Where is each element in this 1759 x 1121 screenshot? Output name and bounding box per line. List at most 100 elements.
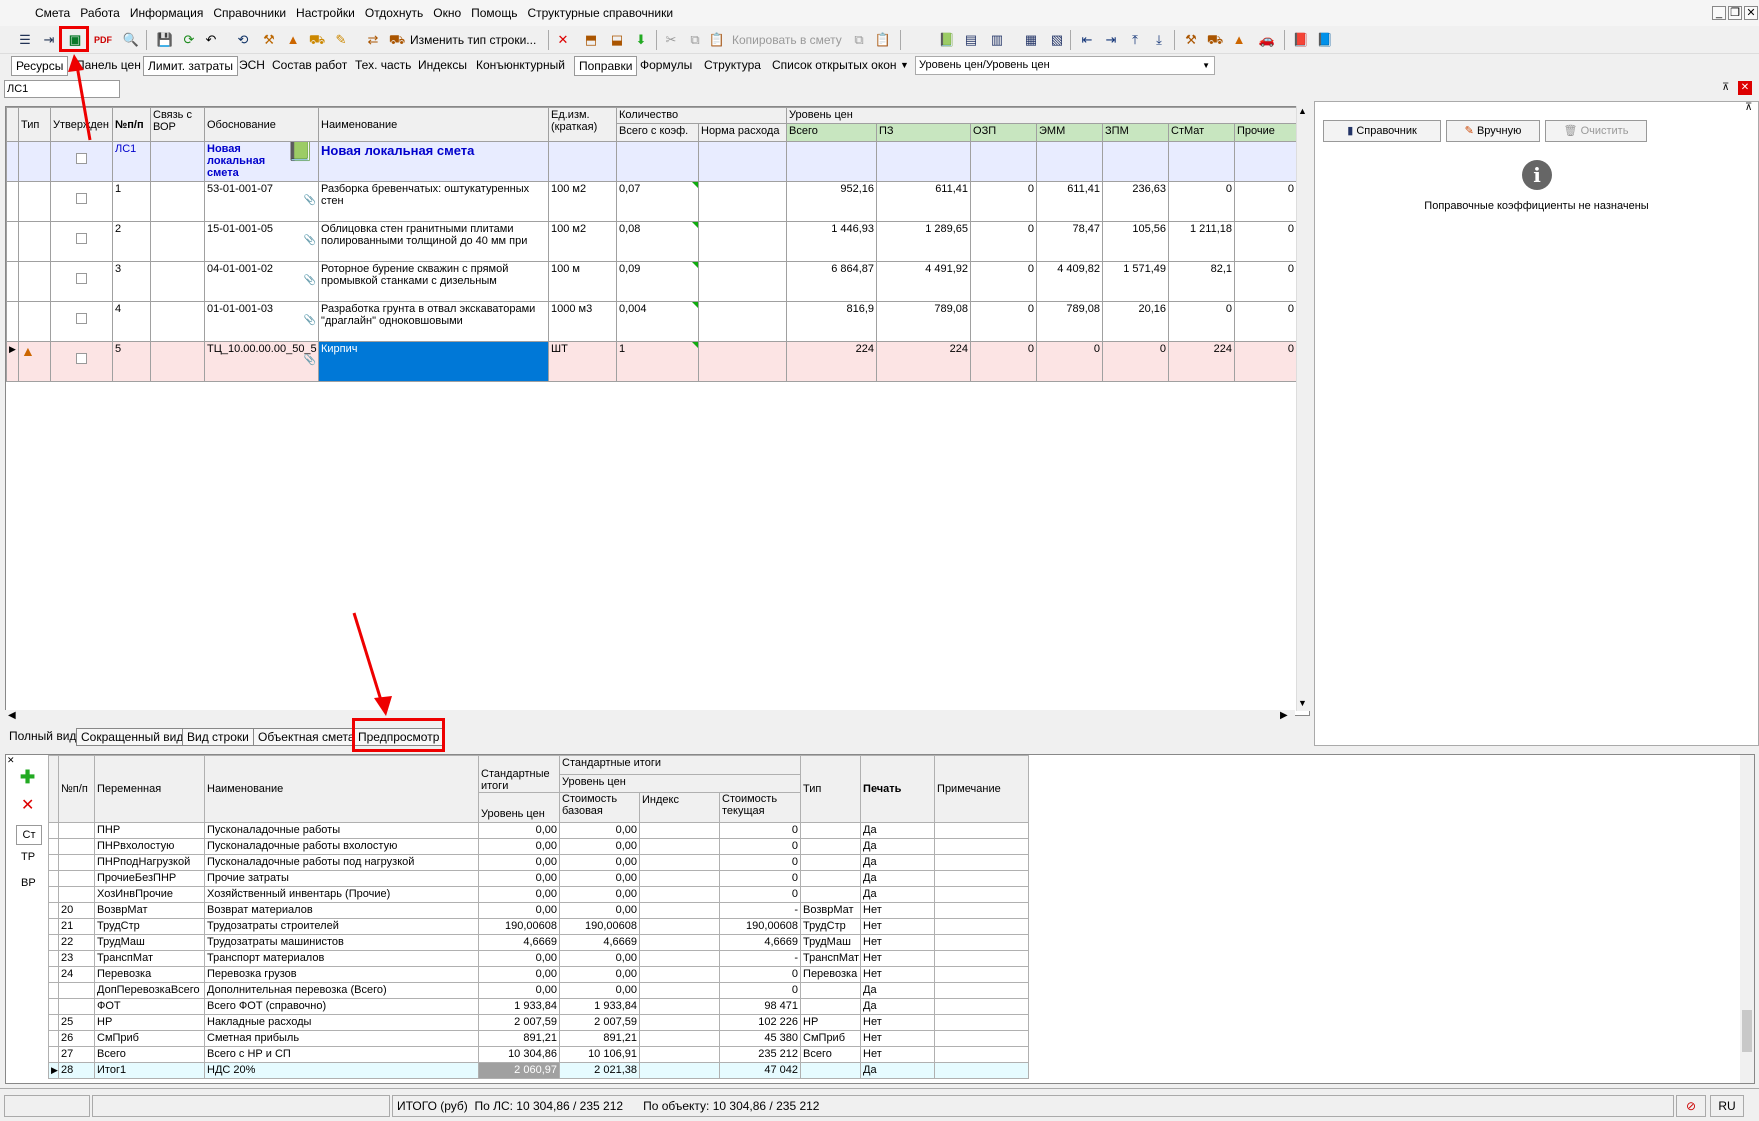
add-icon[interactable]: ✚ [20, 767, 35, 788]
side-tab-st[interactable]: Ст [16, 825, 42, 845]
row-print[interactable]: Да [860, 838, 936, 855]
col-note[interactable]: Примечание [934, 755, 1030, 823]
row-note[interactable] [934, 934, 1030, 951]
pin-icon[interactable]: ⊼ [1745, 102, 1752, 113]
col-index[interactable]: Индекс [639, 792, 720, 823]
col-std-level[interactable]: Уровень цен [478, 792, 560, 823]
table-row[interactable]: ПНР Пусконаладочные работы 0,00 0,00 0 Да [48, 822, 1030, 839]
col-std[interactable]: Стандартные итоги [478, 755, 560, 793]
row-note[interactable] [934, 822, 1030, 839]
row-print[interactable]: Нет [860, 918, 936, 935]
row-print[interactable]: Нет [860, 934, 936, 951]
col-base[interactable]: Стоимость базовая [559, 792, 640, 823]
table-row[interactable]: 20 ВозврМат Возврат материалов 0,00 0,00- Воз… [48, 902, 1030, 919]
row-note[interactable] [934, 918, 1030, 935]
row-name: Дополнительная перевозка (Всего) [204, 982, 479, 999]
row-type [800, 838, 862, 855]
row-print[interactable]: Нет [860, 950, 936, 967]
row-indicator [48, 934, 59, 951]
row-note[interactable] [934, 1030, 1030, 1047]
row-print[interactable]: Да [860, 886, 936, 903]
row-note[interactable] [934, 854, 1030, 871]
row-name: Всего ФОТ (справочно) [204, 998, 479, 1015]
by-object: По объекту: 10 304,86 / 235 212 [643, 1099, 820, 1113]
col-type[interactable]: Тип [800, 755, 862, 823]
row-note[interactable] [934, 838, 1030, 855]
row-var: ПНРподНагрузкой [94, 854, 205, 871]
row-name: Пусконаладочные работы [204, 822, 479, 839]
row-index [639, 1030, 720, 1047]
table-row[interactable]: 22 ТрудМаш Трудозатраты машинистов 4,6669 4,… [48, 934, 1030, 951]
table-row[interactable]: 25 НР Накладные расходы 2 007,59 2 007,59 102… [48, 1014, 1030, 1031]
row-current: 0 [718, 966, 802, 983]
row-note[interactable] [934, 982, 1030, 999]
scroll-thumb[interactable] [1742, 1010, 1752, 1052]
row-num [58, 838, 95, 855]
row-print[interactable]: Да [860, 982, 936, 999]
row-current: 0 [718, 886, 802, 903]
table-row[interactable]: ДопПеревозкаВсего Дополнительная перевозк… [48, 982, 1030, 999]
row-print[interactable]: Нет [860, 966, 936, 983]
trash-icon: 🗑 [1563, 125, 1578, 137]
row-note[interactable] [934, 998, 1030, 1015]
table-row[interactable]: 21 ТрудСтр Трудозатраты строителей 190,0060… [48, 918, 1030, 935]
row-print[interactable]: Да [860, 870, 936, 887]
close-icon[interactable]: ✕ [7, 755, 15, 766]
current-row-icon: ▶ [51, 1065, 58, 1075]
manual-label: Вручную [1476, 125, 1522, 137]
no-connection-icon[interactable]: ⊘ [1676, 1095, 1706, 1117]
side-tab-vr[interactable]: ВР [21, 877, 36, 889]
clear-button[interactable]: 🗑 Очистить [1545, 120, 1647, 142]
row-name: Пусконаладочные работы под нагрузкой [204, 854, 479, 871]
row-num: 28 [58, 1062, 95, 1079]
col-num[interactable]: №п/п [58, 755, 95, 823]
table-row[interactable]: 27 Всего Всего с НР и СП 10 304,86 10 106,91… [48, 1046, 1030, 1063]
table-row[interactable]: ХозИнвПрочие Хозяйственный инвентарь (Про… [48, 886, 1030, 903]
reference-button[interactable]: ▮ Справочник [1323, 120, 1441, 142]
table-row[interactable]: ФОТ Всего ФОТ (справочно) 1 933,84 1 933,84… [48, 998, 1030, 1015]
row-name: Возврат материалов [204, 902, 479, 919]
table-row[interactable]: ПНРвхолостую Пусконаладочные работы вхоло… [48, 838, 1030, 855]
row-print[interactable]: Нет [860, 1030, 936, 1047]
side-tab-tr[interactable]: ТР [21, 851, 35, 863]
table-row[interactable]: ▶ 28 Итог1 НДС 20% 2 060,97 2 021,38 47 042 Да [48, 1062, 1030, 1079]
col-name[interactable]: Наименование [204, 755, 479, 823]
row-print[interactable]: Нет [860, 902, 936, 919]
row-print[interactable]: Да [860, 822, 936, 839]
row-base: 2 021,38 [559, 1062, 640, 1079]
col-current[interactable]: Стоимость текущая [718, 792, 802, 823]
row-index [639, 918, 720, 935]
table-row[interactable]: ПНРподНагрузкой Пусконаладочные работы по… [48, 854, 1030, 871]
row-note[interactable] [934, 870, 1030, 887]
row-note[interactable] [934, 902, 1030, 919]
row-print[interactable]: Нет [860, 1046, 936, 1063]
row-note[interactable] [934, 1046, 1030, 1063]
row-print[interactable]: Нет [860, 1014, 936, 1031]
table-row[interactable]: 23 ТранспМат Транспорт материалов 0,00 0,00-… [48, 950, 1030, 967]
table-row[interactable]: 24 Перевозка Перевозка грузов 0,00 0,00 0 Пере… [48, 966, 1030, 983]
row-indicator [48, 854, 59, 871]
language-indicator[interactable]: RU [1710, 1095, 1744, 1117]
delete-icon[interactable]: ✕ [21, 795, 34, 815]
row-indicator [48, 902, 59, 919]
row-type: ТрудМаш [800, 934, 862, 951]
col-var[interactable]: Переменная [94, 755, 205, 823]
row-indicator [48, 950, 59, 967]
row-note[interactable] [934, 886, 1030, 903]
row-type [800, 886, 862, 903]
table-row[interactable]: ПрочиеБезПНР Прочие затраты 0,00 0,00 0 Да [48, 870, 1030, 887]
row-note[interactable] [934, 966, 1030, 983]
row-print[interactable]: Да [860, 998, 936, 1015]
row-print[interactable]: Да [860, 1062, 936, 1079]
manual-button[interactable]: ✎ Вручную [1446, 120, 1540, 142]
itogo-label: ИТОГО (руб) [397, 1099, 468, 1113]
row-note[interactable] [934, 1062, 1030, 1079]
row-type [800, 870, 862, 887]
row-note[interactable] [934, 1014, 1030, 1031]
table-row[interactable]: 26 СмПриб Сметная прибыль 891,21 891,21 45 38… [48, 1030, 1030, 1047]
row-index [639, 822, 720, 839]
row-num [58, 998, 95, 1015]
col-print[interactable]: Печать [860, 755, 936, 823]
row-note[interactable] [934, 950, 1030, 967]
row-print[interactable]: Да [860, 854, 936, 871]
